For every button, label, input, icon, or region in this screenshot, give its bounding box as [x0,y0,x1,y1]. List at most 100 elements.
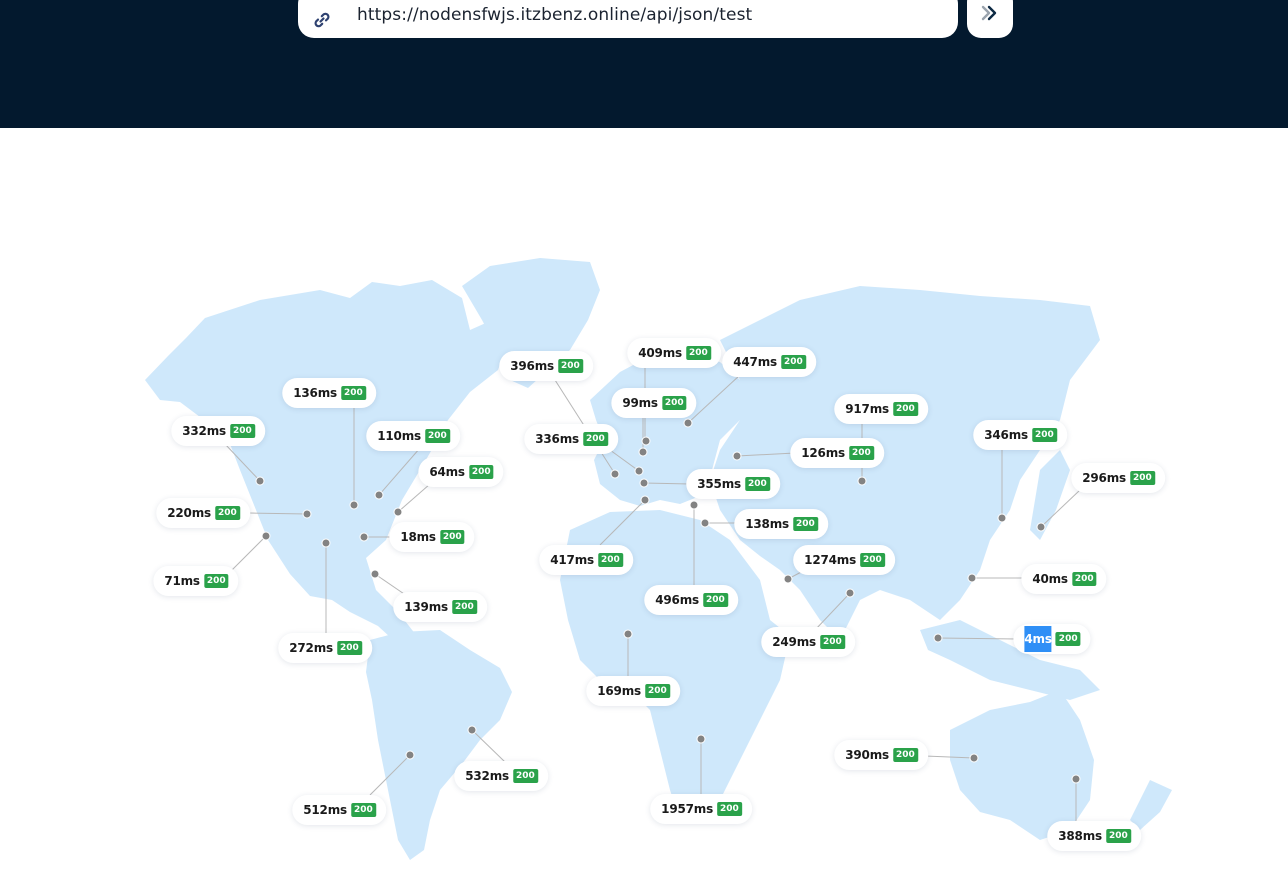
double-chevron-right-icon [981,5,997,21]
latency-label[interactable]: 496ms 200 [644,585,738,615]
latency-value: 417ms [550,553,594,567]
status-badge: 200 [892,748,918,762]
latency-label[interactable]: 126ms 200 [790,438,884,468]
location-pin [640,495,650,505]
latency-label[interactable]: 18ms 200 [389,522,475,552]
latency-label-selected[interactable]: 4ms 200 [1013,624,1091,654]
leader-line [378,447,421,496]
status-badge: 200 [819,635,845,649]
latency-value: 169ms [597,684,641,698]
location-pin [610,469,620,479]
latency-label[interactable]: 110ms 200 [366,421,460,451]
status-badge: 200 [229,424,255,438]
location-pin [732,451,742,461]
latency-value: 336ms [535,432,579,446]
latency-value: 917ms [845,402,889,416]
status-badge: 200 [439,530,465,544]
latency-label[interactable]: 40ms 200 [1021,564,1107,594]
latency-value: 4ms [1024,626,1052,652]
location-pin [783,574,793,584]
latency-value: 99ms [622,396,658,410]
location-pin [359,532,369,542]
latency-value: 390ms [845,748,889,762]
location-pin [321,538,331,548]
latency-value: 110ms [377,429,421,443]
latency-value: 296ms [1082,471,1126,485]
location-pin [467,725,477,735]
location-pin [1071,774,1081,784]
status-badge: 200 [468,465,494,479]
latency-value: 272ms [289,641,333,655]
location-pin [393,507,403,517]
latency-label[interactable]: 346ms 200 [973,420,1067,450]
latency-label[interactable]: 296ms 200 [1071,463,1165,493]
status-badge: 200 [1031,428,1057,442]
status-badge: 200 [340,386,366,400]
status-badge: 200 [557,359,583,373]
url-text[interactable]: https://nodensfwjs.itzbenz.online/api/js… [357,5,752,25]
latency-label[interactable]: 512ms 200 [292,795,386,825]
latency-label[interactable]: 220ms 200 [156,498,250,528]
latency-label[interactable]: 388ms 200 [1047,821,1141,851]
latency-value: 496ms [655,593,699,607]
latency-label[interactable]: 138ms 200 [734,509,828,539]
latency-label[interactable]: 139ms 200 [393,592,487,622]
status-badge: 200 [1071,572,1097,586]
latency-label[interactable]: 447ms 200 [722,347,816,377]
go-button[interactable] [967,0,1013,38]
status-badge: 200 [661,396,687,410]
latency-value: 126ms [801,446,845,460]
latency-value: 249ms [772,635,816,649]
location-pin [933,633,943,643]
world-map: 332ms 200 136ms 200 110ms 200 64ms 200 220ms… [0,128,1288,873]
latency-label[interactable]: 355ms 200 [686,469,780,499]
location-pin [623,629,633,639]
leader-line [471,729,506,763]
latency-value: 220ms [167,506,211,520]
latency-label[interactable]: 136ms 200 [282,378,376,408]
leader-line [369,754,411,796]
leader-line [814,592,851,631]
latency-value: 532ms [465,769,509,783]
latency-value: 64ms [429,465,465,479]
location-pin [370,569,380,579]
latency-label[interactable]: 332ms 200 [171,416,265,446]
status-badge: 200 [860,553,885,567]
status-badge: 200 [1105,829,1131,843]
latency-label[interactable]: 532ms 200 [454,761,548,791]
latency-label[interactable]: 272ms 200 [278,633,372,663]
latency-label[interactable]: 1274ms 200 [793,545,895,575]
latency-label[interactable]: 169ms 200 [586,676,680,706]
location-pin [967,573,977,583]
latency-label[interactable]: 99ms 200 [611,388,697,418]
location-pin [349,500,359,510]
latency-label[interactable]: 336ms 200 [524,424,618,454]
leader-line [224,443,261,482]
latency-label[interactable]: 1957ms 200 [650,794,752,824]
latency-value: 388ms [1058,829,1102,843]
latency-label[interactable]: 249ms 200 [761,627,855,657]
location-pin [634,466,644,476]
latency-label[interactable]: 917ms 200 [834,394,928,424]
status-badge: 200 [336,641,362,655]
leader-line [937,637,1021,640]
status-badge: 200 [644,684,670,698]
status-badge: 200 [214,506,240,520]
url-input[interactable]: https://nodensfwjs.itzbenz.online/api/js… [298,0,958,38]
latency-label[interactable]: 396ms 200 [499,351,593,381]
latency-value: 332ms [182,424,226,438]
latency-label[interactable]: 417ms 200 [539,545,633,575]
latency-value: 409ms [638,346,682,360]
leader-line [599,499,646,546]
latency-label[interactable]: 390ms 200 [834,740,928,770]
latency-label[interactable]: 64ms 200 [418,457,504,487]
latency-value: 40ms [1032,572,1068,586]
location-pin [857,476,867,486]
latency-value: 1274ms [804,553,857,567]
leader-line [1040,489,1081,528]
latency-label[interactable]: 409ms 200 [627,338,721,368]
latency-value: 396ms [510,359,554,373]
leader-line [736,452,796,457]
location-pin [969,753,979,763]
latency-label[interactable]: 71ms 200 [153,566,239,596]
